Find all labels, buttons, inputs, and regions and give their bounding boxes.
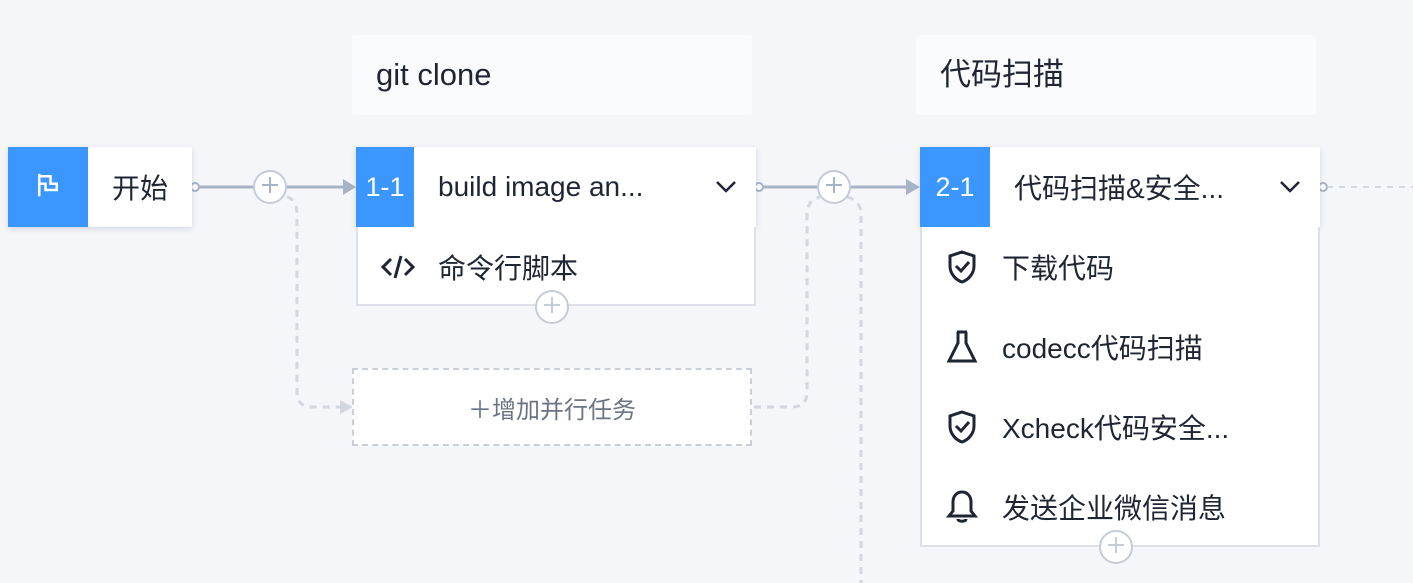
- task-label: 发送企业微信消息: [1002, 493, 1227, 524]
- task-label: codecc代码扫描: [1002, 333, 1203, 364]
- plus-icon: [260, 175, 280, 200]
- code-icon: [358, 252, 438, 282]
- add-parallel-job-button[interactable]: ＋增加并行任务: [352, 368, 752, 446]
- plus-icon: [824, 175, 844, 200]
- add-task-button[interactable]: [535, 290, 569, 324]
- job-name: build image an...: [438, 171, 644, 202]
- flask-icon: [922, 329, 1002, 365]
- start-icon-box: [8, 147, 88, 227]
- start-label: 开始: [112, 173, 169, 204]
- shield-check-icon: [922, 249, 1002, 285]
- stage-title[interactable]: 代码扫描: [916, 35, 1316, 115]
- add-task-button[interactable]: [1099, 530, 1133, 564]
- task-label: 命令行脚本: [438, 253, 579, 284]
- add-stage-button[interactable]: [817, 170, 851, 204]
- job-card[interactable]: 1-1 build image an...: [356, 147, 756, 227]
- task-label: 下载代码: [1002, 253, 1115, 284]
- add-stage-button[interactable]: [253, 170, 287, 204]
- plus-icon: [542, 295, 562, 320]
- chevron-down-icon[interactable]: [696, 180, 756, 194]
- shield-check-icon: [922, 409, 1002, 445]
- chevron-down-icon[interactable]: [1260, 180, 1320, 194]
- bell-icon: [922, 489, 1002, 525]
- task-item[interactable]: codecc代码扫描: [922, 307, 1318, 387]
- task-item[interactable]: 下载代码: [922, 227, 1318, 307]
- task-item[interactable]: Xcheck代码安全...: [922, 387, 1318, 467]
- start-node[interactable]: 开始: [8, 147, 192, 227]
- plus-icon: [1106, 535, 1126, 560]
- flag-icon: [33, 170, 63, 205]
- job-badge: 2-1: [920, 147, 990, 227]
- task-list: 下载代码 codecc代码扫描 Xcheck代码安全... 发送企业微信消息: [920, 227, 1320, 547]
- stage-title[interactable]: git clone: [352, 35, 752, 115]
- task-label: Xcheck代码安全...: [1002, 413, 1230, 444]
- job-card[interactable]: 2-1 代码扫描&安全...: [920, 147, 1320, 227]
- add-parallel-label: ＋增加并行任务: [468, 396, 636, 424]
- job-name: 代码扫描&安全...: [1014, 173, 1225, 204]
- job-badge: 1-1: [356, 147, 414, 227]
